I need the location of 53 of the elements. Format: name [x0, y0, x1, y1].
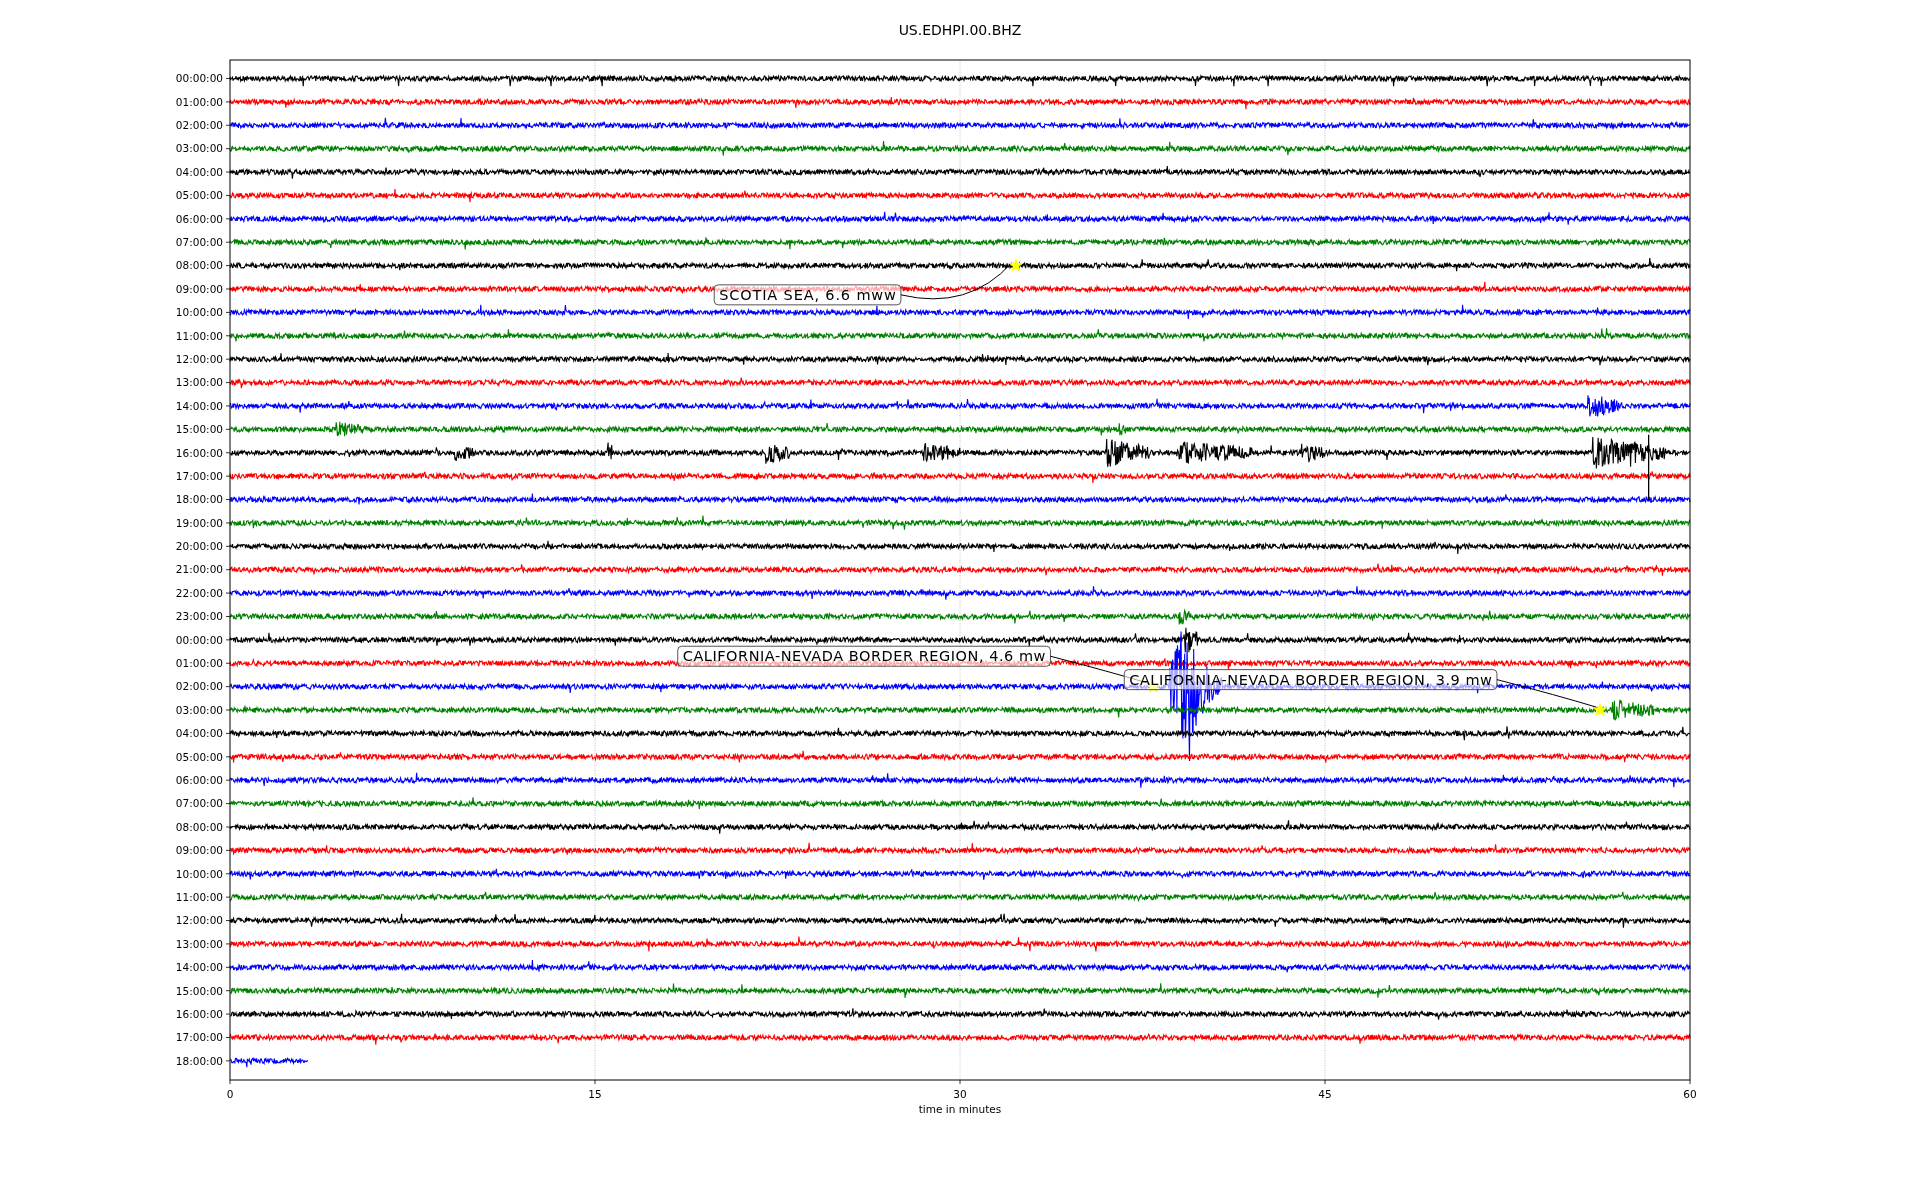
y-tick-label: 04:00:00 [175, 727, 223, 740]
y-tick-label: 09:00:00 [175, 844, 223, 857]
y-tick-label: 17:00:00 [175, 1031, 223, 1044]
x-axis-label: time in minutes [918, 1103, 1002, 1115]
plot-title: US.EDHPI.00.BHZ [898, 22, 1022, 38]
y-tick-label: 04:00:00 [175, 165, 223, 178]
y-tick-label: 09:00:00 [175, 282, 223, 295]
y-tick-label: 14:00:00 [175, 399, 223, 412]
y-tick-label: 06:00:00 [175, 212, 223, 225]
y-tick-label: 01:00:00 [175, 657, 223, 670]
y-tick-label: 03:00:00 [175, 142, 223, 155]
y-tick-label: 18:00:00 [175, 1054, 223, 1067]
y-tick-label: 08:00:00 [175, 259, 223, 272]
y-tick-label: 19:00:00 [175, 516, 223, 529]
y-tick-label: 01:00:00 [175, 95, 223, 108]
y-tick-label: 12:00:00 [175, 914, 223, 927]
y-tick-label: 16:00:00 [175, 1007, 223, 1020]
annotation-label: SCOTIA SEA, 6.6 mww [713, 284, 902, 306]
y-tick-label: 00:00:00 [175, 633, 223, 646]
y-tick-label: 13:00:00 [175, 376, 223, 389]
annotation-label: CALIFORNIA-NEVADA BORDER REGION, 3.9 mw [1123, 669, 1498, 691]
y-tick-label: 15:00:00 [175, 984, 223, 997]
x-tick-label: 15 [588, 1088, 602, 1100]
y-tick-label: 07:00:00 [175, 797, 223, 810]
y-tick-label: 16:00:00 [175, 446, 223, 459]
y-tick-label: 15:00:00 [175, 423, 223, 436]
y-tick-label: 00:00:00 [175, 72, 223, 85]
x-tick-label: 45 [1318, 1088, 1332, 1100]
y-tick-label: 08:00:00 [175, 820, 223, 833]
y-tick-label: 21:00:00 [175, 563, 223, 576]
x-tick-label: 60 [1683, 1088, 1697, 1100]
y-tick-label: 22:00:00 [175, 586, 223, 599]
y-tick-label: 17:00:00 [175, 469, 223, 482]
y-tick-label: 02:00:00 [175, 680, 223, 693]
y-tick-label: 12:00:00 [175, 353, 223, 365]
y-tick-label: 05:00:00 [175, 189, 223, 202]
y-tick-label: 18:00:00 [175, 493, 223, 506]
y-tick-label: 14:00:00 [175, 961, 223, 974]
y-tick-label: 10:00:00 [175, 867, 223, 880]
y-tick-label: 11:00:00 [175, 329, 223, 342]
y-tick-label: 03:00:00 [175, 703, 223, 716]
y-tick-label: 11:00:00 [175, 890, 223, 903]
y-tick-label: 13:00:00 [175, 937, 223, 950]
y-tick-label: 02:00:00 [175, 119, 223, 132]
x-tick-label: 0 [226, 1088, 234, 1100]
x-tick-label: 30 [953, 1088, 967, 1100]
y-tick-label: 23:00:00 [175, 610, 223, 623]
y-tick-label: 20:00:00 [175, 540, 223, 553]
y-tick-label: 07:00:00 [175, 236, 223, 249]
y-tick-label: 10:00:00 [175, 306, 223, 319]
y-tick-label: 05:00:00 [175, 750, 223, 763]
y-tick-label: 06:00:00 [175, 774, 223, 786]
annotation-label: CALIFORNIA-NEVADA BORDER REGION, 4.6 mw [677, 645, 1051, 667]
